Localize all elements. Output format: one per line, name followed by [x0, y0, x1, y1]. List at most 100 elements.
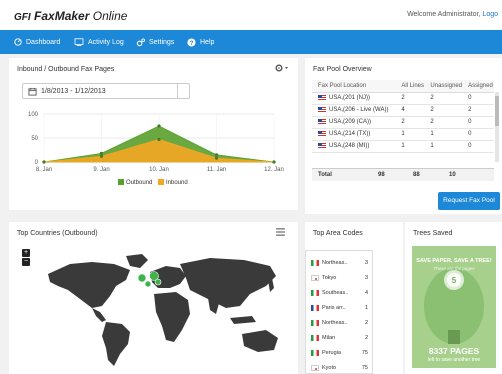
top-countries-title: Top Countries (Outbound) [17, 230, 98, 237]
zoom-out-button[interactable]: − [22, 258, 30, 266]
fax-pool-rows: USA,(201 (NJ)) 2 2 0 USA,(206 - Live (WA)) 4 2… [312, 92, 494, 153]
pages-caption: left to save another tree [427, 357, 481, 363]
area-code-count: 4 [364, 290, 368, 296]
map-markers [137, 271, 162, 288]
area-code-row[interactable]: Kyoto 75 [306, 360, 372, 373]
col-location[interactable]: Fax Pool Location [312, 80, 396, 93]
col-assigned[interactable]: Assigned [462, 80, 494, 93]
flag-it-icon [311, 320, 319, 326]
tree-badge-number: 5 [451, 276, 457, 285]
inbound-panel-title: Inbound / Outbound Fax Pages [17, 66, 115, 73]
map-marker[interactable] [154, 278, 162, 286]
fax-table-scrollbar[interactable] [495, 92, 499, 162]
logo-product: FaxMaker [34, 9, 90, 23]
settings-icon [136, 37, 145, 46]
fax-pool-row[interactable]: USA,(201 (NJ)) 2 2 0 [312, 92, 494, 105]
map-south-america[interactable] [102, 322, 130, 366]
data-point-outbound[interactable] [214, 153, 219, 157]
fax-pool-assigned: 2 [462, 104, 494, 117]
chart-legend: Outbound Inbound [118, 179, 188, 186]
fax-pool-location: USA,(248 (MI)) [312, 140, 396, 153]
map-africa[interactable] [154, 292, 190, 342]
area-code-row[interactable]: Milan 2 [306, 330, 372, 346]
nav-help[interactable]: ? Help [187, 30, 214, 54]
map-japan[interactable] [268, 278, 274, 292]
fax-pool-location: USA,(209 (CA)) [312, 116, 396, 129]
legend-label-outbound[interactable]: Outbound [126, 180, 152, 186]
fax-pool-row[interactable]: USA,(248 (MI)) 1 1 0 [312, 140, 494, 153]
list-menu-icon[interactable] [276, 228, 285, 236]
data-point-outbound[interactable] [157, 124, 161, 128]
data-point-inbound[interactable] [42, 160, 46, 164]
welcome-text: Welcome Administrator, [407, 11, 481, 18]
fax-pool-row[interactable]: USA,(214 (TX)) 1 1 0 [312, 128, 494, 141]
us-flag-icon [318, 94, 326, 100]
col-all-lines[interactable]: All Lines [395, 80, 425, 93]
fax-pool-total-row: Total 98 88 10 [312, 168, 494, 181]
nav-activity-log-label: Activity Log [88, 38, 124, 46]
area-code-row[interactable]: Northeas.. 2 [306, 315, 372, 331]
chart-areas [42, 124, 276, 164]
map-north-america[interactable] [48, 262, 130, 308]
data-point-inbound[interactable] [272, 160, 276, 164]
area-code-count: 3 [364, 275, 368, 281]
map-australia[interactable] [242, 330, 278, 352]
area-code-name: Paris arr.. [322, 305, 346, 311]
area-code-row[interactable]: Northeas.. 3 [306, 255, 372, 271]
area-code-row[interactable]: Paris arr.. 1 [306, 300, 372, 316]
app-logo[interactable]: GFI FaxMaker Online [14, 9, 127, 25]
map-asia[interactable] [180, 258, 276, 308]
x-tick-label: 8. Jan [36, 167, 52, 173]
logout-link[interactable]: Logo [482, 11, 498, 18]
fax-pool-all-lines: 1 [395, 140, 425, 153]
data-point-inbound[interactable] [99, 154, 104, 158]
legend-label-inbound[interactable]: Inbound [166, 180, 188, 186]
flag-jp-icon [311, 275, 319, 281]
request-fax-pool-button[interactable]: Request Fax Pool [438, 192, 500, 210]
pages-count: 8337 PAGES [428, 346, 480, 356]
panel-settings-icon[interactable] [275, 64, 289, 72]
fax-pool-location-text: USA,(201 (NJ)) [329, 95, 371, 102]
top-area-codes-title: Top Area Codes [313, 230, 363, 237]
map-india[interactable] [208, 298, 220, 314]
map-marker[interactable] [137, 273, 147, 283]
map-marker[interactable] [144, 280, 152, 288]
fax-pool-unassigned: 1 [424, 140, 463, 153]
data-point-inbound[interactable] [214, 156, 219, 160]
fax-pool-all-lines: 2 [395, 92, 425, 105]
help-icon: ? [187, 37, 196, 46]
us-flag-icon [318, 106, 326, 112]
fax-pool-location: USA,(206 - Live (WA)) [312, 104, 396, 117]
fax-pool-row[interactable]: USA,(209 (CA)) 2 2 0 [312, 116, 494, 129]
col-unassigned[interactable]: Unassigned [424, 80, 463, 93]
area-code-row[interactable]: Perugia 75 [306, 345, 372, 361]
map-indonesia[interactable] [230, 316, 256, 324]
map-central-america[interactable] [92, 308, 106, 322]
dashboard-icon [14, 38, 22, 46]
zoom-in-button[interactable]: + [22, 249, 30, 257]
nav-settings[interactable]: Settings [136, 30, 174, 54]
data-point-outbound[interactable] [99, 151, 104, 155]
y-tick-label: 50 [31, 136, 38, 142]
fax-pool-location-text: USA,(214 (TX)) [329, 131, 371, 138]
x-tick-label: 11. Jan [207, 167, 226, 173]
main-nav: Dashboard Activity Log Settings ? Help [0, 30, 502, 54]
calendar-icon [28, 87, 37, 96]
date-range-picker[interactable]: 1/8/2013 - 1/12/2013 [22, 83, 190, 99]
area-code-row[interactable]: Tokyo 3 [306, 270, 372, 286]
flag-jp-icon [311, 365, 319, 371]
nav-settings-label: Settings [149, 38, 175, 46]
nav-activity-log[interactable]: Activity Log [74, 30, 124, 54]
nav-help-label: Help [200, 38, 215, 46]
us-flag-icon [318, 130, 326, 136]
map-greenland[interactable] [126, 254, 148, 268]
world-map[interactable] [30, 250, 292, 372]
scrollbar-thumb[interactable] [495, 96, 499, 126]
area-codes-list: Northeas.. 3 Tokyo 3 Southeas.. 4 Paris arr.. 1… [305, 250, 373, 374]
nav-dashboard[interactable]: Dashboard [14, 30, 60, 54]
trees-saved-title: Trees Saved [413, 230, 453, 237]
area-code-row[interactable]: Southeas.. 4 [306, 285, 372, 301]
tree-slogan: SAVE PAPER, SAVE A TREE! [416, 258, 492, 264]
data-point-inbound[interactable] [157, 137, 161, 142]
fax-pool-row[interactable]: USA,(206 - Live (WA)) 4 2 2 [312, 104, 494, 117]
